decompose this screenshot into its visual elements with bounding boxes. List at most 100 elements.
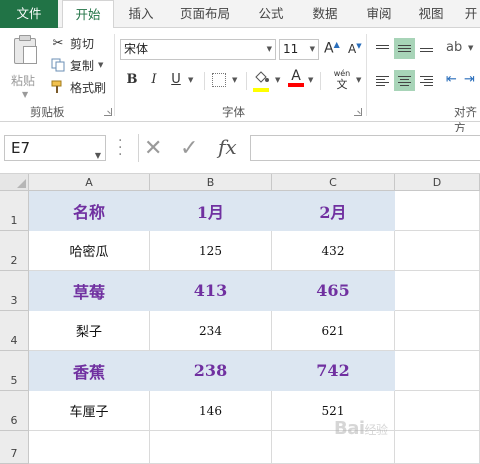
chevron-down-icon[interactable]: ▼ (98, 61, 103, 69)
chevron-down-icon[interactable]: ▼ (232, 76, 237, 84)
tab-home[interactable]: 开始 (62, 0, 114, 29)
enter-icon[interactable]: ✓ (180, 136, 198, 161)
font-name-value: 宋体 (124, 42, 149, 56)
phonetic-guide-button[interactable]: wén 文 (330, 68, 354, 92)
row-header-1[interactable]: 1 (0, 191, 29, 231)
increase-indent-icon[interactable]: ⇥ (464, 72, 475, 87)
align-top-button[interactable] (372, 38, 393, 59)
font-size-value: 11 (283, 42, 299, 56)
tab-formulas[interactable]: 公式 (248, 0, 294, 28)
align-bottom-button[interactable] (416, 38, 437, 59)
tab-page-layout[interactable]: 页面布局 (172, 0, 238, 28)
cell-d1[interactable] (395, 191, 480, 231)
increase-font-size-icon[interactable]: A▲ (324, 40, 340, 57)
cell-c5[interactable]: 742 (272, 351, 395, 391)
cell-b6[interactable]: 146 (150, 391, 272, 431)
align-middle-button[interactable] (394, 38, 415, 59)
column-header-d[interactable]: D (395, 174, 480, 191)
font-size-select[interactable]: 11 ▼ (279, 39, 319, 60)
cell-a4[interactable]: 梨子 (29, 311, 150, 351)
cell-a1[interactable]: 名称 (29, 191, 150, 231)
borders-icon[interactable] (212, 73, 226, 87)
tab-insert[interactable]: 插入 (118, 0, 164, 28)
underline-button[interactable]: U (166, 70, 186, 90)
cell-a7[interactable] (29, 431, 150, 464)
scissors-icon: ✂ (52, 35, 64, 51)
formula-bar: E7 ▼ · · · ✕ ✓ fx (0, 132, 480, 164)
copy-icon (50, 57, 66, 73)
chevron-down-icon[interactable]: ▼ (308, 76, 313, 84)
column-header-c[interactable]: C (272, 174, 395, 191)
chevron-down-icon[interactable]: ▼ (275, 76, 280, 84)
cell-b4[interactable]: 234 (150, 311, 272, 351)
formula-input[interactable] (250, 135, 480, 161)
align-right-button[interactable] (416, 70, 437, 91)
cell-c3[interactable]: 465 (272, 271, 395, 311)
paste-label: 粘贴 (11, 74, 36, 88)
row-header-5[interactable]: 5 (0, 351, 29, 391)
cell-d4[interactable] (395, 311, 480, 351)
align-center-button[interactable] (394, 70, 415, 91)
tab-developer[interactable]: 开 (460, 0, 480, 28)
copy-button[interactable]: 复制 ▼ (50, 55, 103, 75)
paste-button[interactable]: 粘贴 ▼ (8, 34, 44, 99)
column-header-b[interactable]: B (150, 174, 272, 191)
cell-d3[interactable] (395, 271, 480, 311)
font-name-select[interactable]: 宋体 ▼ (120, 39, 276, 60)
italic-button[interactable]: I (144, 70, 164, 90)
fill-color-icon[interactable] (253, 70, 271, 92)
insert-function-button[interactable]: fx (218, 135, 237, 159)
cell-d5[interactable] (395, 351, 480, 391)
align-left-button[interactable] (372, 70, 393, 91)
cell-a6[interactable]: 车厘子 (29, 391, 150, 431)
ribbon-tab-bar: 文件 开始 插入 页面布局 公式 数据 审阅 视图 开 (0, 0, 480, 29)
cut-button[interactable]: ✂ 剪切 (50, 33, 94, 53)
tab-data[interactable]: 数据 (302, 0, 348, 28)
font-group-label: 字体 (222, 105, 245, 119)
format-painter-button[interactable]: 格式刷 (50, 77, 106, 97)
row-header-2[interactable]: 2 (0, 231, 29, 271)
bold-button[interactable]: B (122, 70, 142, 90)
clipboard-launcher-icon[interactable] (104, 108, 112, 116)
paintbrush-icon (50, 79, 66, 95)
copy-label: 复制 (70, 58, 95, 73)
chevron-down-icon[interactable]: ▼ (188, 76, 193, 84)
cell-c2[interactable]: 432 (272, 231, 395, 271)
chevron-down-icon: ▼ (266, 45, 272, 53)
chevron-down-icon[interactable]: ▼ (468, 44, 473, 52)
cell-d7[interactable] (395, 431, 480, 464)
decrease-font-size-icon[interactable]: A▼ (348, 42, 362, 56)
cell-c1[interactable]: 2月 (272, 191, 395, 231)
watermark: Bai经验 (334, 418, 388, 439)
decrease-indent-icon[interactable]: ⇤ (446, 72, 457, 87)
cell-a5[interactable]: 香蕉 (29, 351, 150, 391)
row-header-4[interactable]: 4 (0, 311, 29, 351)
resize-handle-icon[interactable]: · · · (118, 134, 122, 162)
row-header-7[interactable]: 7 (0, 431, 29, 464)
name-box[interactable]: E7 ▼ (4, 135, 106, 161)
cell-d2[interactable] (395, 231, 480, 271)
text-orientation-icon[interactable]: ab (446, 40, 462, 55)
chevron-down-icon[interactable]: ▼ (356, 76, 361, 84)
font-launcher-icon[interactable] (354, 108, 362, 116)
cell-b2[interactable]: 125 (150, 231, 272, 271)
chevron-down-icon: ▼ (309, 45, 315, 53)
cell-a2[interactable]: 哈密瓜 (29, 231, 150, 271)
cell-c4[interactable]: 621 (272, 311, 395, 351)
font-color-button[interactable]: A (288, 68, 304, 90)
cancel-icon[interactable]: ✕ (144, 136, 162, 161)
cell-d6[interactable] (395, 391, 480, 431)
row-header-6[interactable]: 6 (0, 391, 29, 431)
tab-review[interactable]: 审阅 (356, 0, 402, 28)
column-header-a[interactable]: A (29, 174, 150, 191)
cell-b1[interactable]: 1月 (150, 191, 272, 231)
tab-file[interactable]: 文件 (0, 0, 58, 28)
cell-b3[interactable]: 413 (150, 271, 272, 311)
cell-b7[interactable] (150, 431, 272, 464)
tab-view[interactable]: 视图 (408, 0, 454, 28)
format-painter-label: 格式刷 (70, 80, 107, 95)
cell-b5[interactable]: 238 (150, 351, 272, 391)
row-header-3[interactable]: 3 (0, 271, 29, 311)
cell-a3[interactable]: 草莓 (29, 271, 150, 311)
select-all-button[interactable] (0, 174, 29, 191)
